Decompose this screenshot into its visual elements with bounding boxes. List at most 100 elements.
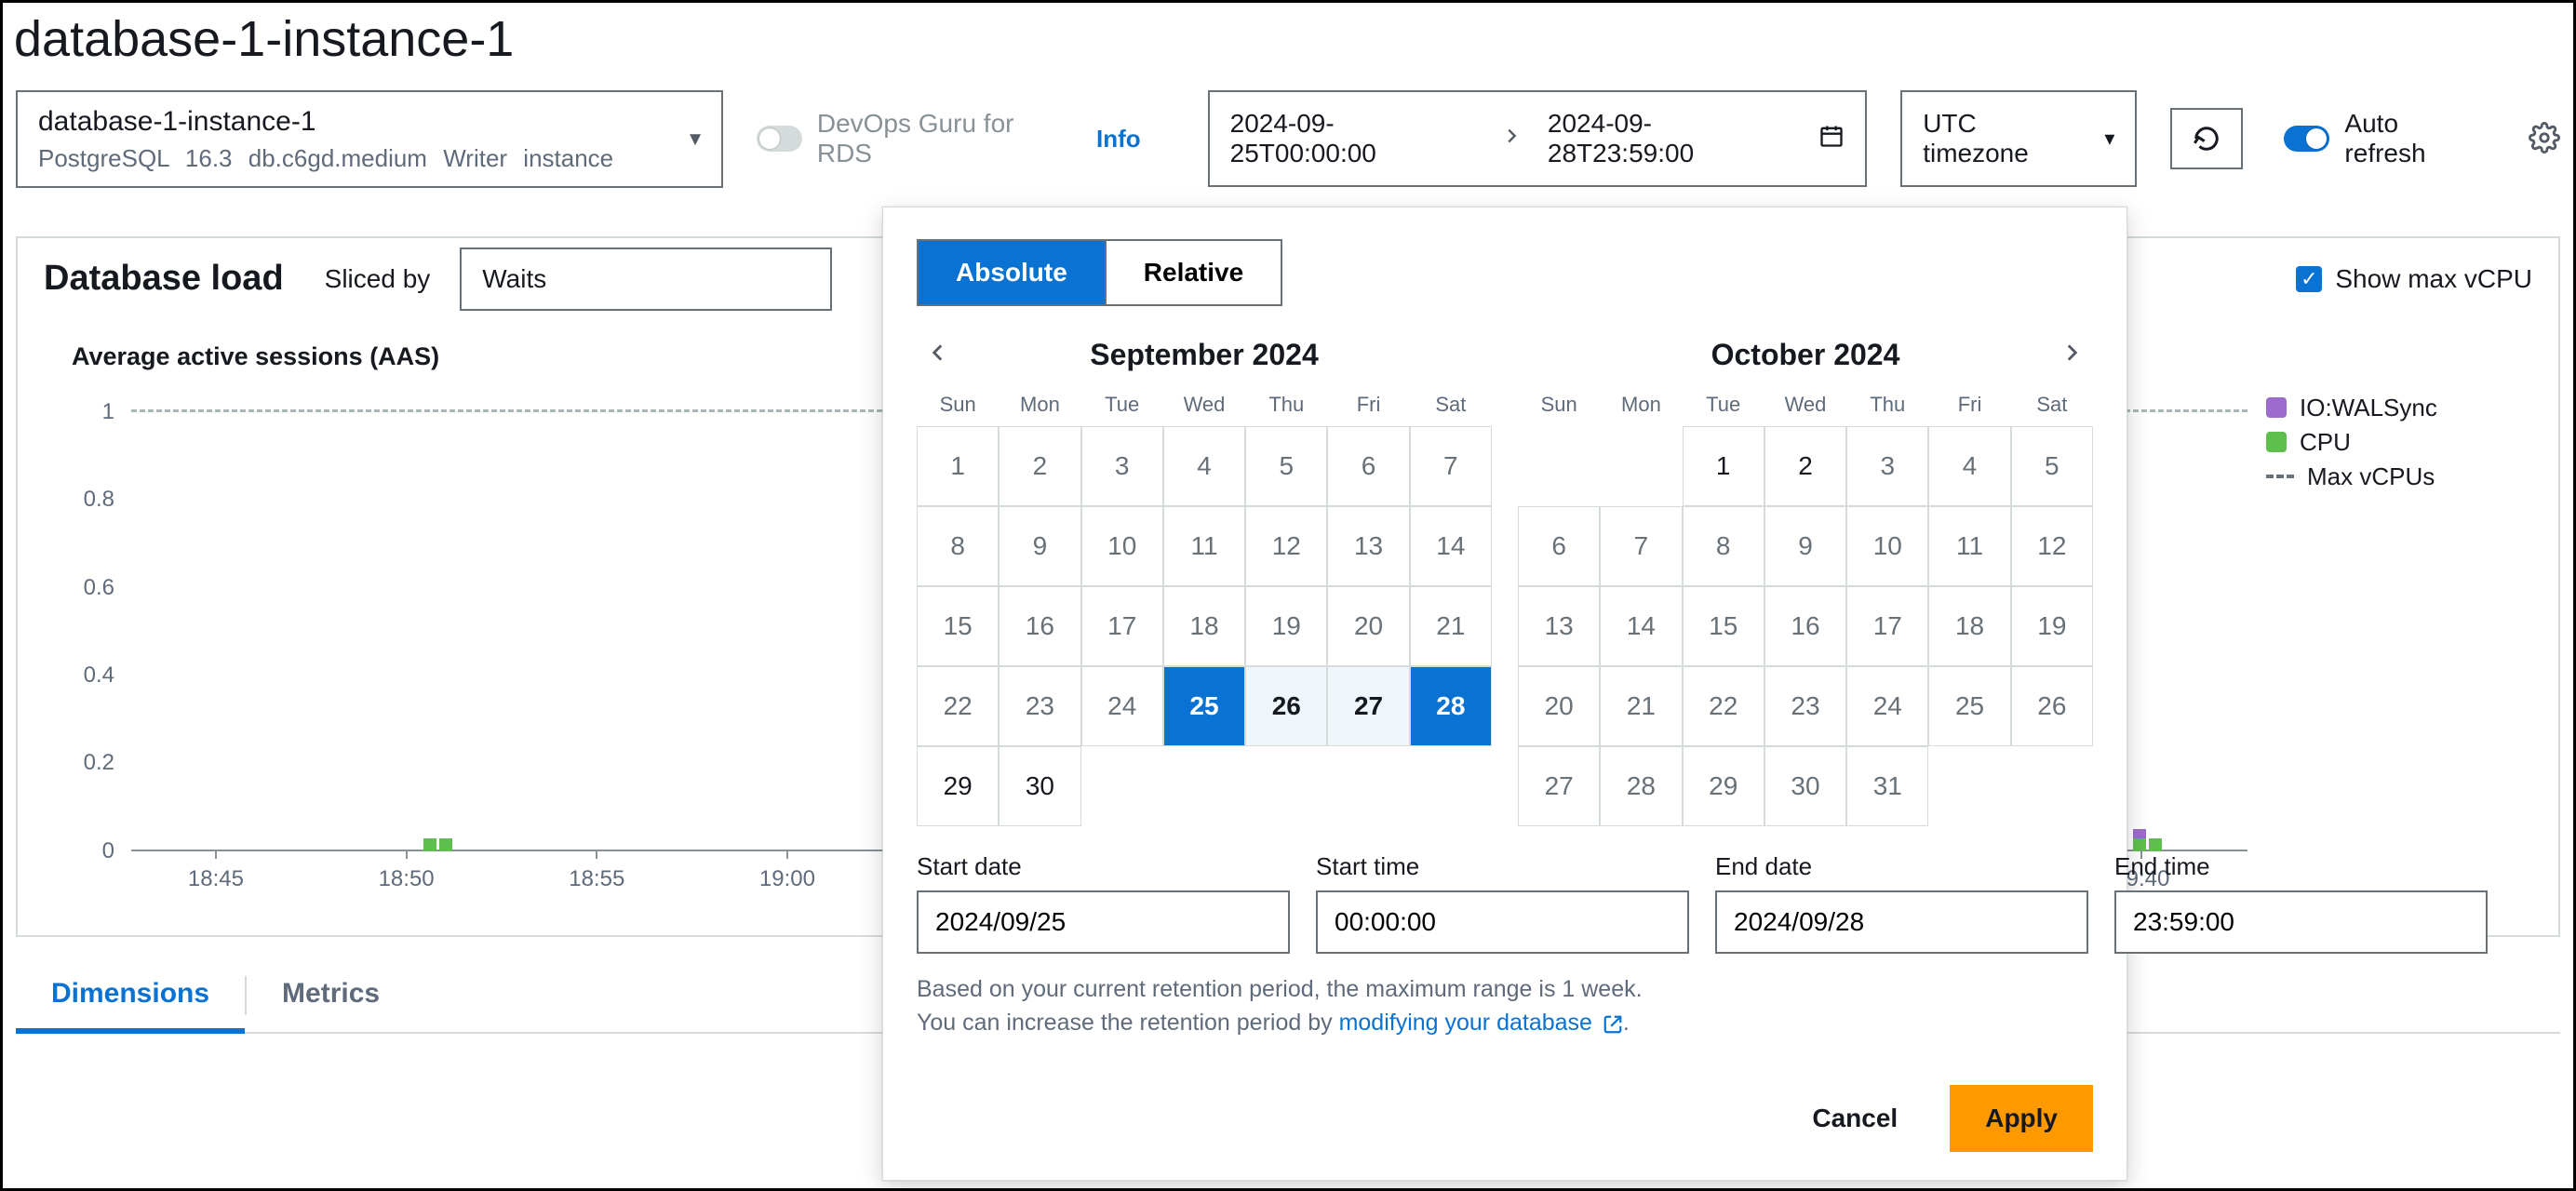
calendar-day[interactable]: 3 xyxy=(1846,426,1928,506)
calendar-day[interactable]: 1 xyxy=(1683,426,1764,506)
bar-cpu xyxy=(2149,838,2162,851)
calendar-day[interactable]: 16 xyxy=(1764,586,1846,666)
show-max-vcpu-checkbox[interactable]: ✓ Show max vCPU xyxy=(2296,264,2532,294)
calendar-day[interactable]: 3 xyxy=(1081,426,1163,506)
calendar-day[interactable]: 31 xyxy=(1846,746,1928,826)
calendar-day[interactable]: 2 xyxy=(999,426,1080,506)
calendar-day[interactable]: 14 xyxy=(1600,586,1682,666)
apply-button[interactable]: Apply xyxy=(1950,1085,2093,1152)
refresh-button[interactable] xyxy=(2170,108,2243,169)
devops-guru-toggle[interactable] xyxy=(757,126,802,152)
legend-item-cpu[interactable]: CPU xyxy=(2266,428,2527,457)
calendar-day[interactable]: 5 xyxy=(1245,426,1327,506)
calendar-day[interactable]: 8 xyxy=(1683,506,1764,586)
calendar-next-month[interactable] xyxy=(2050,331,2093,379)
calendar-day[interactable]: 14 xyxy=(1410,506,1492,586)
end-date-input[interactable] xyxy=(1715,890,2088,954)
auto-refresh-toggle[interactable] xyxy=(2284,126,2329,152)
calendar-day[interactable]: 23 xyxy=(1764,666,1846,746)
start-time-input[interactable] xyxy=(1316,890,1689,954)
date-range-end: 2024-09-28T23:59:00 xyxy=(1548,109,1792,168)
calendar-day[interactable]: 17 xyxy=(1846,586,1928,666)
settings-button[interactable] xyxy=(2529,122,2560,156)
calendar-day[interactable]: 28 xyxy=(1600,746,1682,826)
calendar-day[interactable]: 10 xyxy=(1846,506,1928,586)
calendar-day[interactable]: 24 xyxy=(1081,666,1163,746)
calendar-day[interactable]: 30 xyxy=(999,746,1080,826)
calendar-day[interactable]: 27 xyxy=(1518,746,1600,826)
db-instance-select[interactable]: database-1-instance-1 PostgreSQL 16.3 db… xyxy=(16,90,723,188)
calendar-day[interactable]: 28 xyxy=(1410,666,1492,746)
calendar-day[interactable]: 26 xyxy=(1245,666,1327,746)
calendar-day[interactable]: 7 xyxy=(1600,506,1682,586)
auto-refresh-label: Auto refresh xyxy=(2344,109,2484,168)
calendar-left-title: September 2024 xyxy=(1090,338,1318,372)
calendar-day[interactable]: 13 xyxy=(1327,506,1409,586)
timezone-select[interactable]: UTC timezone ▾ xyxy=(1900,90,2137,187)
calendar-dow: Mon xyxy=(999,393,1080,426)
start-date-input[interactable] xyxy=(917,890,1290,954)
calendar-day[interactable]: 23 xyxy=(999,666,1080,746)
calendar-day[interactable]: 17 xyxy=(1081,586,1163,666)
calendar-day[interactable]: 12 xyxy=(2011,506,2093,586)
calendar-day[interactable]: 11 xyxy=(1163,506,1245,586)
caret-down-icon: ▾ xyxy=(690,125,701,154)
calendar-day[interactable]: 15 xyxy=(917,586,999,666)
calendar-day[interactable]: 15 xyxy=(1683,586,1764,666)
mode-relative[interactable]: Relative xyxy=(1105,241,1281,304)
calendar-day[interactable]: 29 xyxy=(1683,746,1764,826)
calendar-right-title: October 2024 xyxy=(1711,338,1900,372)
calendar-day[interactable]: 12 xyxy=(1245,506,1327,586)
calendar-day[interactable]: 18 xyxy=(1928,586,2010,666)
modify-database-link[interactable]: modifying your database xyxy=(1339,1010,1623,1036)
calendar-day[interactable]: 6 xyxy=(1518,506,1600,586)
mode-absolute[interactable]: Absolute xyxy=(919,241,1105,304)
calendar-dow: Thu xyxy=(1846,393,1928,426)
calendar-day[interactable]: 21 xyxy=(1410,586,1492,666)
calendar-icon xyxy=(1818,123,1845,155)
end-time-input[interactable] xyxy=(2114,890,2488,954)
calendar-day[interactable]: 9 xyxy=(999,506,1080,586)
calendar-day[interactable]: 5 xyxy=(2011,426,2093,506)
calendar-day[interactable]: 19 xyxy=(2011,586,2093,666)
calendar-day[interactable]: 21 xyxy=(1600,666,1682,746)
calendar-day[interactable]: 18 xyxy=(1163,586,1245,666)
tab-dimensions[interactable]: Dimensions xyxy=(16,959,245,1034)
legend-item-walsync[interactable]: IO:WALSync xyxy=(2266,394,2527,422)
legend-item-max-vcpus: Max vCPUs xyxy=(2266,462,2527,491)
calendar-day[interactable]: 19 xyxy=(1245,586,1327,666)
start-time-label: Start time xyxy=(1316,852,1689,881)
calendar-day[interactable]: 30 xyxy=(1764,746,1846,826)
calendar-prev-month[interactable] xyxy=(917,331,959,379)
sliced-by-select[interactable]: Waits xyxy=(460,248,832,311)
calendar-day[interactable]: 25 xyxy=(1928,666,2010,746)
db-instance-name: database-1-instance-1 xyxy=(38,103,677,140)
calendar-day[interactable]: 25 xyxy=(1163,666,1245,746)
calendar-day[interactable]: 2 xyxy=(1764,426,1846,506)
calendar-day[interactable]: 9 xyxy=(1764,506,1846,586)
calendar-day[interactable]: 29 xyxy=(917,746,999,826)
calendar-day[interactable]: 7 xyxy=(1410,426,1492,506)
calendar-day[interactable]: 10 xyxy=(1081,506,1163,586)
calendar-day[interactable]: 16 xyxy=(999,586,1080,666)
calendar-day[interactable]: 8 xyxy=(917,506,999,586)
calendar-day[interactable]: 22 xyxy=(1683,666,1764,746)
tab-metrics[interactable]: Metrics xyxy=(247,959,415,1032)
calendar-day[interactable]: 13 xyxy=(1518,586,1600,666)
info-link[interactable]: Info xyxy=(1096,125,1141,154)
calendar-day[interactable]: 27 xyxy=(1327,666,1409,746)
date-range-button[interactable]: 2024-09-25T00:00:00 2024-09-28T23:59:00 xyxy=(1208,90,1868,187)
calendar-day[interactable]: 6 xyxy=(1327,426,1409,506)
calendar-day-empty xyxy=(1928,746,2010,826)
calendar-day[interactable]: 26 xyxy=(2011,666,2093,746)
calendar-day[interactable]: 24 xyxy=(1846,666,1928,746)
calendar-day[interactable]: 20 xyxy=(1327,586,1409,666)
calendar-day[interactable]: 20 xyxy=(1518,666,1600,746)
calendar-day[interactable]: 1 xyxy=(917,426,999,506)
calendar-day[interactable]: 11 xyxy=(1928,506,2010,586)
cancel-button[interactable]: Cancel xyxy=(1778,1085,1931,1152)
calendar-day[interactable]: 4 xyxy=(1163,426,1245,506)
calendar-dow: Fri xyxy=(1928,393,2010,426)
calendar-day[interactable]: 22 xyxy=(917,666,999,746)
calendar-day[interactable]: 4 xyxy=(1928,426,2010,506)
